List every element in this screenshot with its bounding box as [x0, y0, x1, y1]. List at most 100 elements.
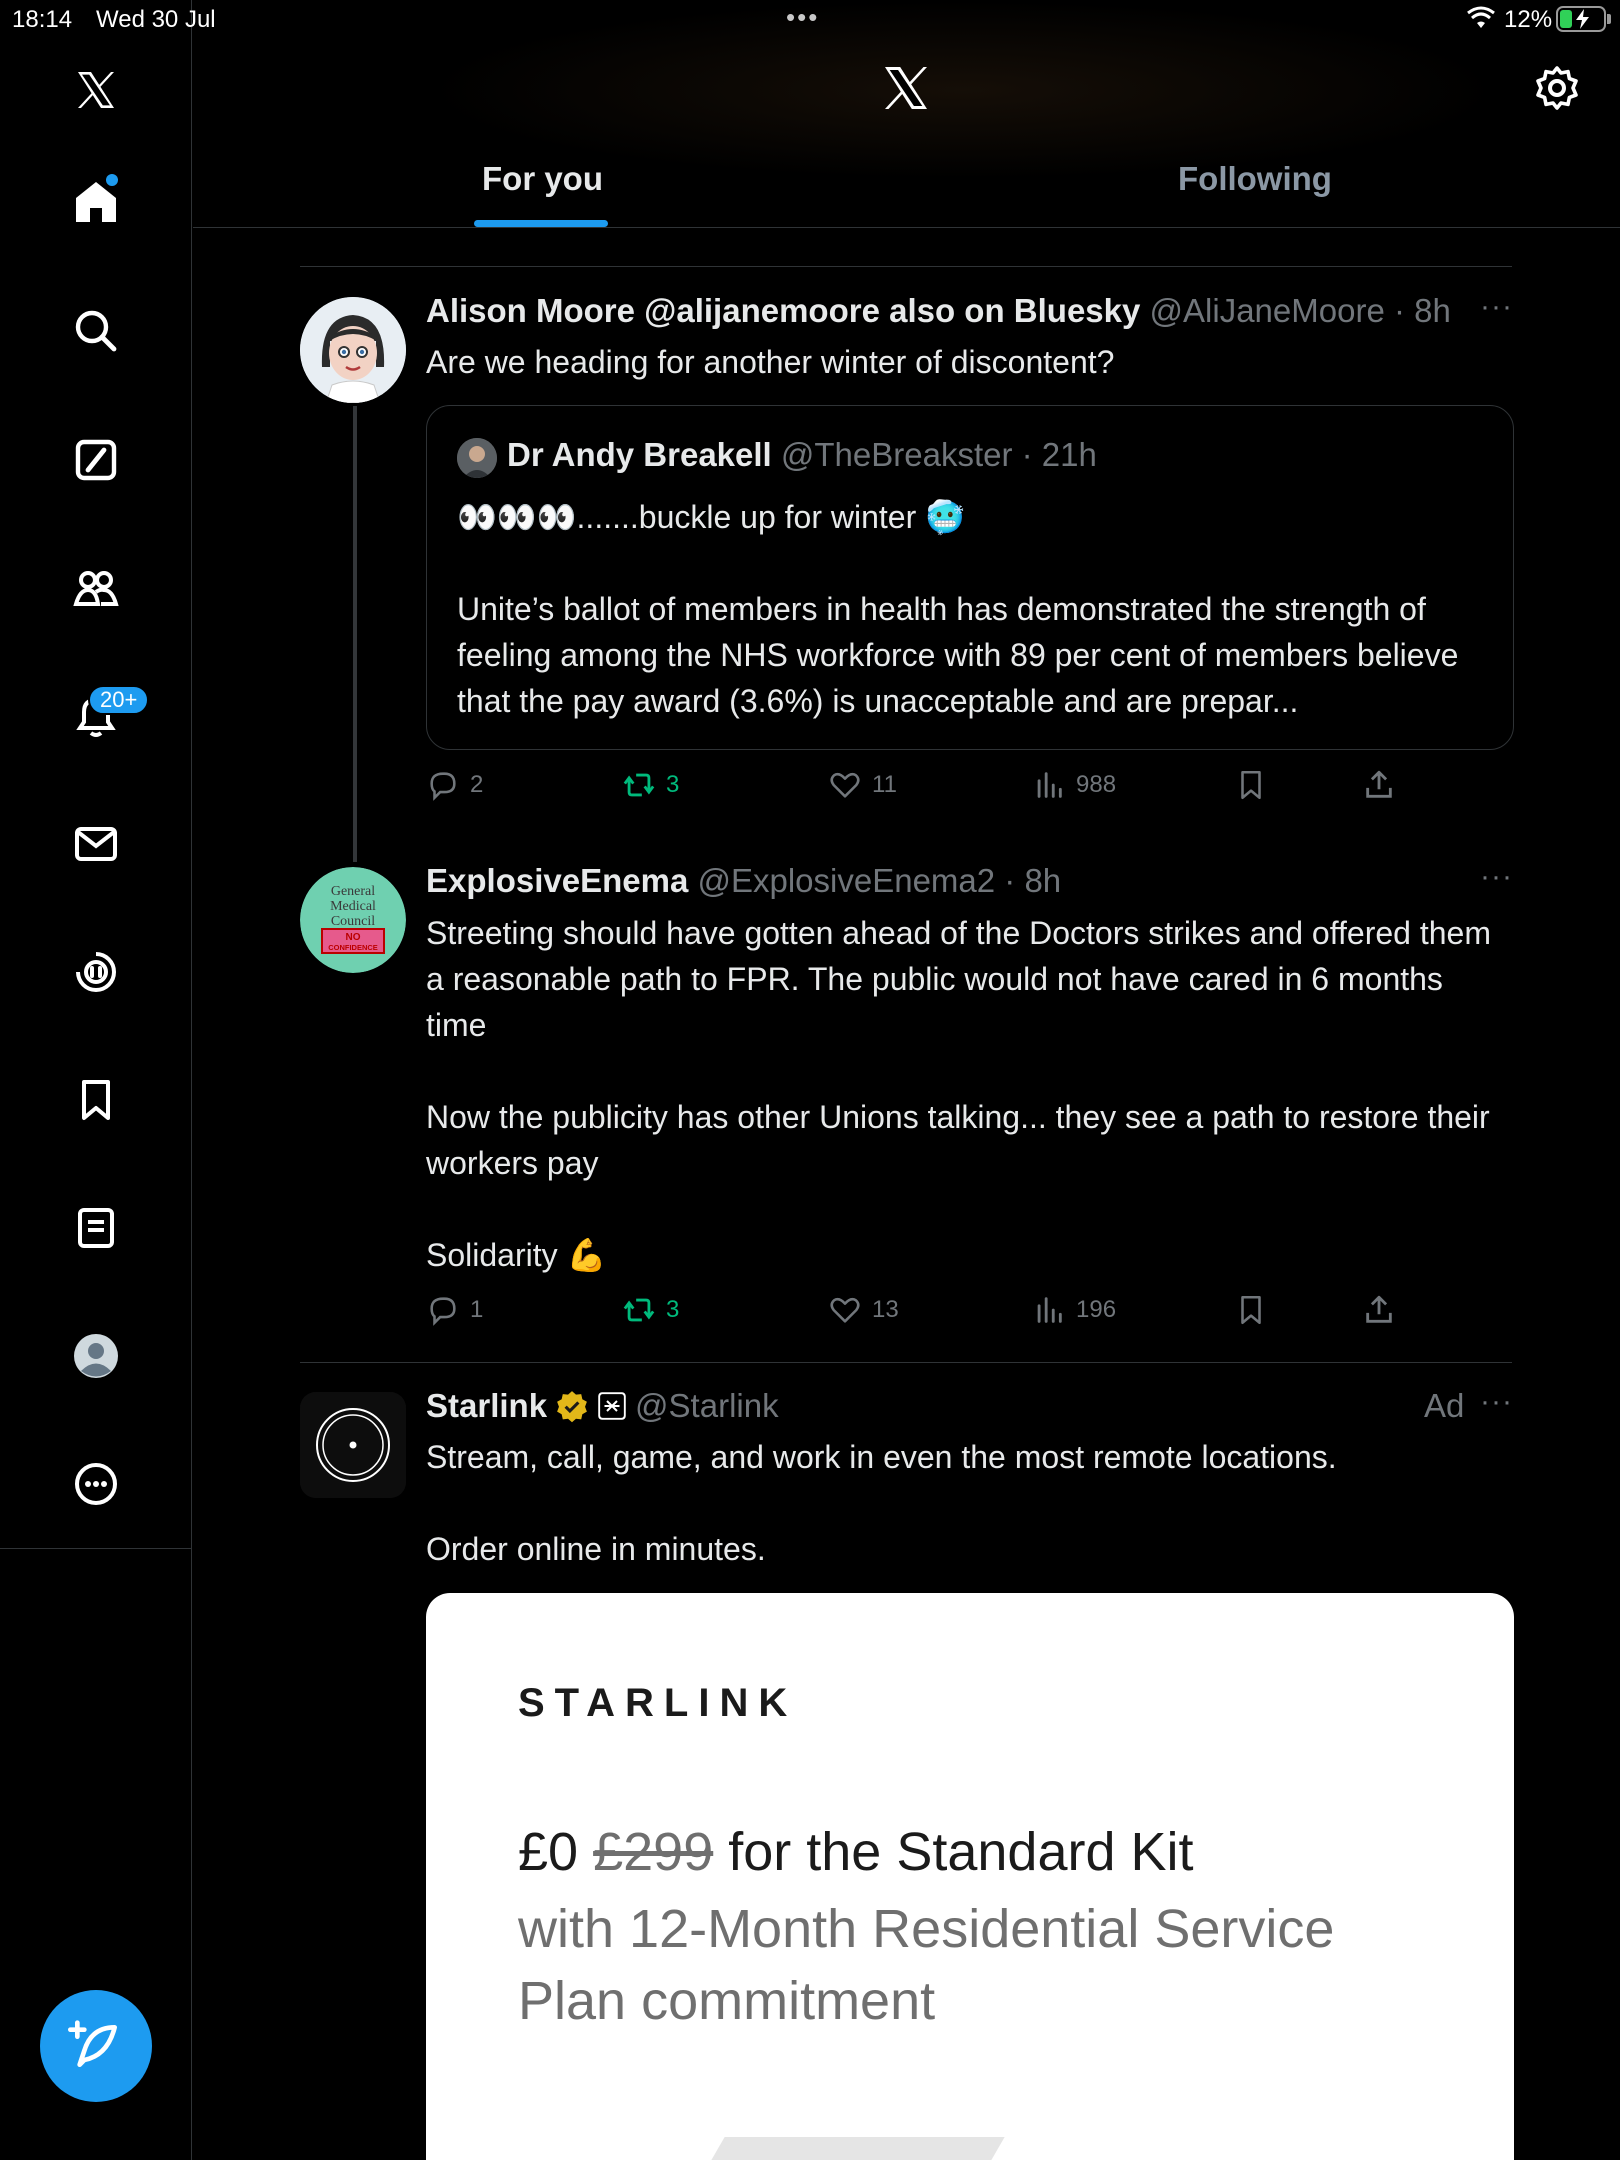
tweet-more-button[interactable]: ··· [1480, 1385, 1513, 1419]
verified-badge-icon [557, 1391, 587, 1423]
ad-headline-rest: for the Standard Kit [728, 1822, 1194, 1882]
repost-button[interactable]: 3 [622, 768, 679, 802]
reply-button[interactable]: 1 [426, 1293, 483, 1327]
bookmark-button[interactable] [1234, 1293, 1268, 1327]
ad-brand-wordmark: STARLINK [518, 1681, 798, 1725]
communities-icon[interactable] [62, 554, 130, 622]
ad-price-now: £0 [518, 1822, 579, 1882]
share-icon [1366, 1295, 1392, 1323]
battery-percent: 12% [1504, 6, 1553, 33]
author-name[interactable]: Starlink [426, 1387, 547, 1425]
sidebar: 20+ [0, 0, 192, 2160]
share-button[interactable] [1362, 1293, 1396, 1327]
multitasking-dots[interactable]: ••• [786, 2, 819, 33]
more-options-icon[interactable] [62, 1450, 130, 1518]
tab-for-you[interactable]: For you [482, 160, 603, 198]
avatar[interactable]: General Medical Council NO CONFIDENCE [300, 867, 406, 973]
author-handle-time[interactable]: @ExplosiveEnema2 · 8h [697, 862, 1061, 899]
ad-label: Ad [1424, 1387, 1465, 1424]
repost-icon [623, 773, 655, 797]
ad-price-was: £299 [593, 1822, 714, 1882]
views-chart-icon [1037, 772, 1062, 798]
repost-button[interactable]: 3 [622, 1293, 679, 1327]
repost-icon [623, 1298, 655, 1322]
timeline-feed: Alison Moore @alijanemoore also on Blues… [300, 0, 1514, 2160]
profile-avatar-icon[interactable] [62, 1322, 130, 1390]
ad-product-image [707, 2137, 1005, 2160]
share-button[interactable] [1362, 768, 1396, 802]
reply-icon [430, 772, 456, 801]
reply-count: 2 [470, 771, 484, 798]
quote-avatar [457, 438, 497, 478]
avatar-text-council: Council [331, 914, 375, 929]
active-tab-indicator [474, 220, 608, 227]
wifi-icon [1467, 6, 1495, 28]
tweet-actions: 2 3 11 988 [426, 768, 1426, 812]
like-count: 11 [872, 771, 897, 798]
bookmarks-icon[interactable] [62, 1066, 130, 1134]
grok-icon[interactable] [62, 426, 130, 494]
author-name[interactable]: ExplosiveEnema [426, 862, 688, 899]
quote-line1: 👀👀👀.......buckle up for winter 🥶 [457, 499, 965, 535]
tweet-actions: 1 3 13 196 [426, 1293, 1426, 1337]
search-icon[interactable] [62, 297, 130, 365]
settings-gear-icon[interactable] [1533, 64, 1581, 112]
messages-icon[interactable] [62, 810, 130, 878]
tweet-text-p2: Order online in minutes. [426, 1531, 766, 1567]
reply-count: 1 [470, 1296, 484, 1323]
views-chart-icon [1037, 1297, 1062, 1323]
tweet-text-p2: Now the publicity has other Unions talki… [426, 1099, 1490, 1181]
ad-media-card[interactable]: STARLINK £0 £299 for the Standard Kit wi… [426, 1593, 1514, 2160]
quote-body: Unite’s ballot of members in health has … [457, 591, 1459, 719]
tweet-text-p1: Stream, call, game, and work in even the… [426, 1439, 1337, 1475]
compose-post-button[interactable] [40, 1990, 152, 2102]
tweet-more-button[interactable]: ··· [1480, 860, 1513, 894]
bookmark-icon [1241, 770, 1261, 800]
lists-icon[interactable] [62, 1194, 130, 1262]
status-bar: 18:14 Wed 30 Jul ••• 12% [0, 0, 1620, 40]
avatar-text-medical: Medical [330, 899, 376, 914]
views-button[interactable]: 988 [1032, 768, 1116, 802]
view-count: 196 [1076, 1296, 1117, 1323]
reply-icon [430, 1297, 456, 1326]
avatar[interactable] [300, 297, 406, 403]
avatar-text-general: General [331, 884, 375, 899]
tweet-text: Are we heading for another winter of dis… [426, 344, 1115, 380]
like-button[interactable]: 11 [828, 768, 897, 802]
battery-icon [1556, 6, 1606, 32]
repost-count: 3 [666, 1296, 680, 1323]
view-count: 988 [1076, 771, 1117, 798]
quote-author-handle-time: @TheBreakster · 21h [780, 436, 1097, 473]
home-icon[interactable] [62, 168, 130, 236]
author-handle-time[interactable]: @AliJaneMoore · 8h [1150, 292, 1451, 329]
like-button[interactable]: 13 [828, 1293, 899, 1327]
heart-icon [830, 772, 860, 798]
x-logo-icon[interactable] [62, 56, 130, 124]
author-name[interactable]: Alison Moore @alijanemoore also on Blues… [426, 292, 1140, 329]
quote-author-name: Dr Andy Breakell [507, 436, 772, 473]
bookmark-icon [1241, 1295, 1261, 1325]
avatar-text-no: NO [346, 932, 361, 943]
repost-count: 3 [666, 771, 680, 798]
home-unread-dot [106, 174, 118, 186]
avatar[interactable] [300, 1392, 406, 1498]
status-date: Wed 30 Jul [96, 6, 216, 33]
compose-feather-icon [68, 2020, 117, 2067]
share-icon [1366, 770, 1392, 798]
tab-following[interactable]: Following [1178, 160, 1332, 198]
tweet-more-button[interactable]: ··· [1480, 290, 1513, 324]
notifications-badge: 20+ [88, 685, 150, 715]
spaces-icon[interactable] [62, 938, 130, 1006]
reply-button[interactable]: 2 [426, 768, 483, 802]
bookmark-button[interactable] [1234, 768, 1268, 802]
ad-subheadline: with 12-Month Residential Service Plan c… [518, 1899, 1335, 2031]
thread-connector [353, 406, 357, 862]
author-handle[interactable]: @Starlink [635, 1387, 779, 1425]
heart-icon [830, 1297, 860, 1323]
tweet-text-p3: Solidarity 💪 [426, 1237, 607, 1273]
quoted-tweet[interactable]: Dr Andy Breakell @TheBreakster · 21h 👀👀👀… [426, 405, 1514, 750]
views-button[interactable]: 196 [1032, 1293, 1116, 1327]
ad-headline: £0 £299 for the Standard Kit [518, 1821, 1194, 1883]
x-header-logo-icon [885, 67, 927, 109]
status-time: 18:14 [12, 6, 73, 33]
